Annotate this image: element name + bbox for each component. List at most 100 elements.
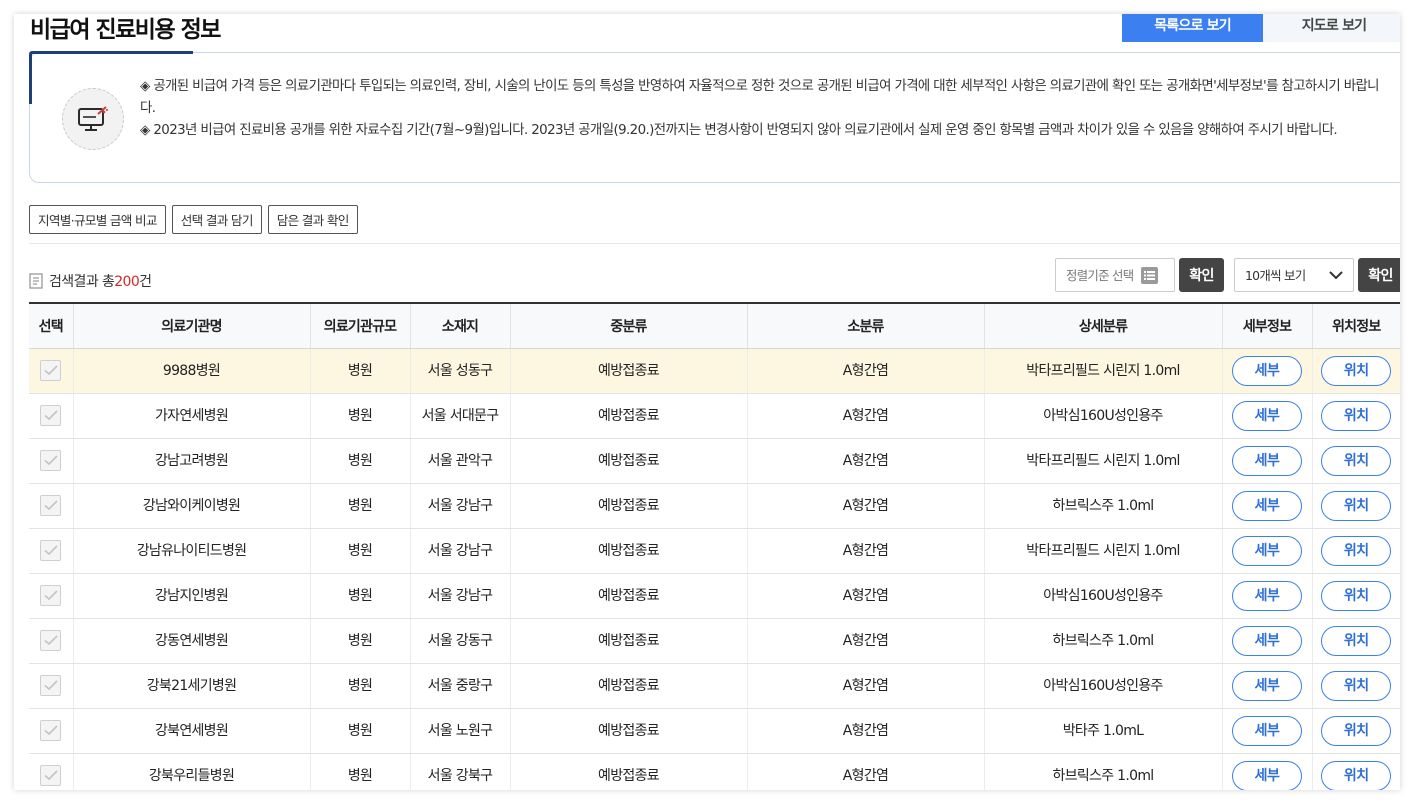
check-saved-button[interactable]: 담은 결과 확인	[267, 205, 358, 234]
hospital-location: 서울 중랑구	[410, 663, 511, 709]
detail-button[interactable]: 세부	[1232, 580, 1302, 611]
middle-category: 예방접종료	[510, 708, 748, 754]
middle-category: 예방접종료	[510, 753, 748, 790]
table-row: 강남고려병원 병원 서울 관악구 예방접종료 A형간염 박타프리필드 시린지 1.0ml 세…	[29, 438, 1400, 484]
location-cell: 위치	[1312, 573, 1400, 619]
detail-cell: 세부	[1222, 438, 1313, 484]
row-checkbox[interactable]	[40, 360, 62, 381]
middle-category: 예방접종료	[510, 393, 748, 439]
tab-list-view[interactable]: 목록으로 보기	[1122, 14, 1263, 42]
detail-button[interactable]: 세부	[1232, 535, 1302, 566]
monitor-icon	[62, 88, 124, 150]
detail-cell: 세부	[1222, 573, 1313, 619]
table-header: 선택 의료기관명 의료기관규모 소재지 중분류 소분류 상세분류 세부정보 위치정보	[29, 302, 1400, 349]
hospital-name: 강남지인병원	[73, 573, 311, 619]
select-cell	[29, 393, 74, 439]
notice-accent-edge	[29, 52, 32, 104]
table-row: 가자연세병원 병원 서울 서대문구 예방접종료 A형간염 아박심160U성인용주 세부 위치	[29, 393, 1400, 439]
view-toggle: 목록으로 보기 지도로 보기	[1122, 14, 1400, 42]
location-cell: 위치	[1312, 438, 1400, 484]
sort-select[interactable]: 정렬기준 선택	[1055, 258, 1175, 292]
column-header: 세부정보	[1222, 302, 1313, 349]
location-button[interactable]: 위치	[1321, 400, 1392, 431]
location-button[interactable]: 위치	[1321, 445, 1392, 476]
table-row: 강북21세기병원 병원 서울 중랑구 예방접종료 A형간염 아박심160U성인용주 세부 위치	[29, 663, 1400, 709]
page-card: 비급여 진료비용 정보 목록으로 보기 지도로 보기 ◈ 공개된 비급여 가격 …	[14, 14, 1400, 790]
row-checkbox[interactable]	[40, 630, 62, 651]
location-button[interactable]: 위치	[1321, 490, 1392, 521]
check-icon	[44, 590, 58, 601]
sort-confirm-button[interactable]: 확인	[1179, 258, 1224, 292]
detail-button[interactable]: 세부	[1232, 355, 1302, 386]
per-page-confirm-button[interactable]: 확인	[1358, 258, 1400, 292]
location-button[interactable]: 위치	[1321, 760, 1392, 790]
hospital-size: 병원	[310, 393, 411, 439]
hospital-name: 강북21세기병원	[73, 663, 311, 709]
tab-map-view[interactable]: 지도로 보기	[1263, 14, 1400, 42]
hospital-size: 병원	[310, 618, 411, 664]
column-header: 선택	[29, 302, 74, 349]
detail-button[interactable]: 세부	[1232, 445, 1302, 476]
column-header: 상세분류	[984, 302, 1223, 349]
location-cell: 위치	[1312, 528, 1400, 574]
document-icon	[29, 273, 43, 289]
location-cell: 위치	[1312, 348, 1400, 394]
detail-category: 하브릭스주 1.0ml	[984, 753, 1223, 790]
detail-button[interactable]: 세부	[1232, 400, 1302, 431]
hospital-name: 강남고려병원	[73, 438, 311, 484]
hospital-location: 서울 강동구	[410, 618, 511, 664]
sub-category: A형간염	[747, 708, 985, 754]
detail-category: 아박심160U성인용주	[984, 663, 1223, 709]
table-row: 강북우리들병원 병원 서울 강북구 예방접종료 A형간염 하브릭스주 1.0ml 세부 위치	[29, 753, 1400, 790]
detail-category: 하브릭스주 1.0ml	[984, 483, 1223, 529]
sub-category: A형간염	[747, 528, 985, 574]
sort-select-label: 정렬기준 선택	[1066, 268, 1134, 283]
column-header: 소재지	[410, 302, 511, 349]
check-icon	[44, 680, 58, 691]
detail-button[interactable]: 세부	[1232, 760, 1302, 790]
detail-button[interactable]: 세부	[1232, 670, 1302, 701]
location-button[interactable]: 위치	[1321, 580, 1392, 611]
result-suffix: 건	[139, 274, 152, 290]
location-button[interactable]: 위치	[1321, 535, 1392, 566]
location-button[interactable]: 위치	[1321, 670, 1392, 701]
check-icon	[44, 725, 58, 736]
select-cell	[29, 663, 74, 709]
detail-cell: 세부	[1222, 618, 1313, 664]
detail-cell: 세부	[1222, 528, 1313, 574]
location-cell: 위치	[1312, 753, 1400, 790]
check-icon	[44, 545, 58, 556]
row-checkbox[interactable]	[40, 765, 62, 786]
sub-category: A형간염	[747, 753, 985, 790]
location-button[interactable]: 위치	[1321, 625, 1392, 656]
sub-category: A형간염	[747, 393, 985, 439]
result-number: 200	[114, 274, 140, 290]
row-checkbox[interactable]	[40, 675, 62, 696]
row-checkbox[interactable]	[40, 585, 62, 606]
row-checkbox[interactable]	[40, 495, 62, 516]
chevron-down-icon	[1329, 270, 1343, 279]
select-cell	[29, 753, 74, 790]
column-header: 의료기관규모	[310, 302, 411, 349]
table-row: 강남와이케이병원 병원 서울 강남구 예방접종료 A형간염 하브릭스주 1.0ml 세부 위치	[29, 483, 1400, 529]
save-selection-button[interactable]: 선택 결과 담기	[171, 205, 262, 234]
detail-button[interactable]: 세부	[1232, 625, 1302, 656]
location-button[interactable]: 위치	[1321, 715, 1392, 746]
hospital-location: 서울 서대문구	[410, 393, 511, 439]
page-title: 비급여 진료비용 정보	[30, 17, 221, 43]
divider	[29, 243, 1400, 244]
notice-line-1: ◈ 공개된 비급여 가격 등은 의료기관마다 투입되는 의료인력, 장비, 시술…	[140, 79, 1379, 116]
row-checkbox[interactable]	[40, 450, 62, 471]
detail-button[interactable]: 세부	[1232, 715, 1302, 746]
per-page-select[interactable]: 10개씩 보기	[1234, 258, 1354, 292]
row-checkbox[interactable]	[40, 405, 62, 426]
compare-button[interactable]: 지역별·규모별 금액 비교	[29, 205, 166, 234]
sub-category: A형간염	[747, 618, 985, 664]
location-button[interactable]: 위치	[1321, 355, 1392, 386]
location-cell: 위치	[1312, 618, 1400, 664]
action-buttons: 지역별·규모별 금액 비교 선택 결과 담기 담은 결과 확인	[29, 205, 358, 234]
row-checkbox[interactable]	[40, 540, 62, 561]
check-icon	[44, 635, 58, 646]
detail-button[interactable]: 세부	[1232, 490, 1302, 521]
row-checkbox[interactable]	[40, 720, 62, 741]
